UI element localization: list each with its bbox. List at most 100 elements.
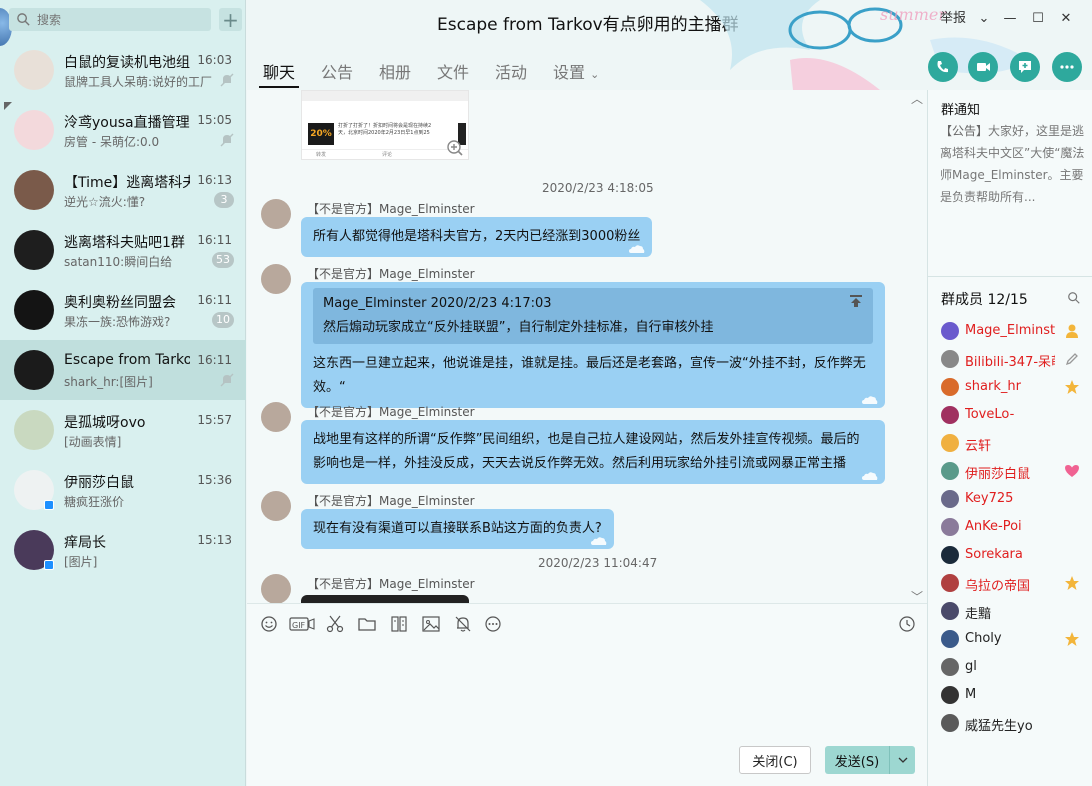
quoted-message[interactable]: Mage_Elminster 2020/2/23 4:17:03 然后煽动玩家成… bbox=[313, 288, 873, 344]
scissors-icon[interactable] bbox=[325, 614, 345, 634]
window-controls: 举报 ⌄ — ☐ ✕ bbox=[935, 8, 1079, 30]
unread-badge: 10 bbox=[212, 312, 234, 328]
conversation-item[interactable]: 奥利奥粉丝同盟会 16:11 果冻一族:恐怖游戏? 10 bbox=[0, 280, 246, 340]
tab-notice[interactable]: 公告 bbox=[321, 59, 353, 83]
heart-icon bbox=[1064, 463, 1080, 479]
gif-icon[interactable]: GIF bbox=[289, 614, 315, 634]
video-call-button[interactable] bbox=[968, 52, 998, 82]
member-item[interactable]: 走黯 bbox=[928, 598, 1092, 626]
message-compose-input[interactable] bbox=[257, 640, 917, 740]
minimize-icon[interactable]: — bbox=[997, 8, 1023, 30]
member-item[interactable]: 威猛先生yo bbox=[928, 710, 1092, 738]
message-text: 战地里有这样的所谓“反作弊”民间组织，也是自己拉人建设网站，然后发外挂宣传视频。… bbox=[313, 432, 860, 447]
send-button[interactable]: 发送(S) bbox=[825, 746, 889, 774]
conversation-avatar bbox=[14, 230, 54, 270]
folder-icon[interactable] bbox=[357, 614, 377, 634]
conversation-name: 泠鸢yousa直播管理 bbox=[64, 115, 190, 131]
maximize-icon[interactable]: ☐ bbox=[1023, 8, 1053, 30]
report-button[interactable]: 举报 bbox=[935, 8, 971, 30]
conversation-preview: shark_hr:[图片] bbox=[64, 375, 153, 389]
member-item[interactable]: AnKe-Poi bbox=[928, 514, 1092, 542]
conversation-time: 16:11 bbox=[197, 233, 232, 247]
member-item[interactable]: Key725 bbox=[928, 486, 1092, 514]
emoji-icon[interactable] bbox=[259, 614, 279, 634]
message-bubble[interactable]: Mage_Elminster 2020/2/23 4:17:03 然后煽动玩家成… bbox=[301, 282, 885, 408]
member-item[interactable]: 伊丽莎白鼠 bbox=[928, 458, 1092, 486]
search-icon bbox=[17, 13, 30, 26]
scroll-down-icon[interactable]: ﹀ bbox=[911, 588, 923, 603]
search-bar[interactable] bbox=[9, 8, 211, 31]
sender-avatar[interactable] bbox=[261, 574, 291, 603]
member-item[interactable]: ToveLo- bbox=[928, 402, 1092, 430]
conversation-item[interactable]: 是孤城呀ovo 15:57 [动画表情] bbox=[0, 400, 246, 460]
message-bubble[interactable]: 所有人都觉得他是塔科夫官方，2天内已经涨到3000粉丝 bbox=[301, 217, 653, 257]
window-title: Escape from Tarkov有点卵用的主播群 bbox=[437, 15, 739, 35]
add-chat-button[interactable] bbox=[1010, 52, 1040, 82]
image-message[interactable]: 20% 打折了打折了！折扣时间将会是现在持续2 天，北京时间2020年2月23日… bbox=[301, 90, 469, 160]
tab-bar: 聊天 公告 相册 文件 活动 设置 ⌄ bbox=[247, 40, 927, 90]
zoom-in-icon[interactable] bbox=[446, 139, 464, 157]
image-preview-share: 转发 bbox=[316, 152, 327, 158]
message-bubble[interactable]: 战地里有这样的所谓“反作弊”民间组织，也是自己拉人建设网站，然后发外挂宣传视频。… bbox=[301, 420, 885, 484]
member-item[interactable]: Sorekara bbox=[928, 542, 1092, 570]
more-icon[interactable] bbox=[483, 614, 503, 634]
edit-icon bbox=[1064, 351, 1080, 367]
more-button[interactable] bbox=[1052, 52, 1082, 82]
member-item[interactable]: shark_hr bbox=[928, 374, 1092, 402]
member-name: Bilibili-347-呆萌 bbox=[965, 355, 1055, 370]
conversation-item[interactable]: 逃离塔科夫贴吧1群 16:11 satan110:瞬间白给 53 bbox=[0, 220, 246, 280]
search-input[interactable] bbox=[37, 8, 207, 31]
sender-avatar[interactable] bbox=[261, 402, 291, 432]
conversation-item[interactable]: 泠鸢yousa直播管理 15:05 房管 - 呆萌亿:0.0 bbox=[0, 100, 246, 160]
notice-body[interactable]: 【公告】大家好，这里是逃离塔科夫中文区”大使“魔法师Mage_Elminster… bbox=[940, 120, 1086, 208]
collapse-up-icon[interactable]: ︿ bbox=[911, 90, 923, 107]
conversation-avatar bbox=[14, 350, 54, 390]
member-item[interactable]: 云轩 bbox=[928, 430, 1092, 458]
member-avatar bbox=[941, 714, 959, 732]
chevron-down-icon[interactable]: ⌄ bbox=[971, 8, 997, 30]
member-item[interactable]: gl bbox=[928, 654, 1092, 682]
tab-album[interactable]: 相册 bbox=[379, 59, 411, 83]
conversation-preview: [动画表情] bbox=[64, 435, 122, 449]
image-message[interactable] bbox=[301, 595, 469, 603]
search-icon[interactable] bbox=[1067, 291, 1081, 305]
voice-call-button[interactable] bbox=[928, 52, 958, 82]
doc-icon[interactable] bbox=[389, 614, 409, 634]
message-bubble[interactable]: 现在有没有渠道可以直接联系B站这方面的负责人? bbox=[301, 509, 614, 549]
conversation-name: Escape from Tarkov bbox=[64, 352, 190, 368]
sender-avatar[interactable] bbox=[261, 199, 291, 229]
bell-off-icon[interactable] bbox=[453, 614, 473, 634]
timestamp: 2020/2/23 4:18:05 bbox=[542, 181, 654, 195]
member-item[interactable]: Bilibili-347-呆萌 bbox=[928, 346, 1092, 374]
close-button[interactable]: 关闭(C) bbox=[739, 746, 811, 774]
tab-chat[interactable]: 聊天 bbox=[263, 59, 295, 83]
tab-activity[interactable]: 活动 bbox=[495, 59, 527, 83]
chat-history[interactable]: 20% 打折了打折了！折扣时间将会是现在持续2 天，北京时间2020年2月23日… bbox=[247, 90, 927, 603]
close-icon[interactable]: ✕ bbox=[1053, 8, 1079, 30]
send-options-button[interactable] bbox=[889, 746, 915, 774]
conversation-item[interactable]: Escape from Tarkov 16:11 shark_hr:[图片] bbox=[0, 340, 246, 400]
sender-avatar[interactable] bbox=[261, 491, 291, 521]
conversation-item[interactable]: 痒局长 15:13 [图片] bbox=[0, 520, 246, 580]
member-item[interactable]: M bbox=[928, 682, 1092, 710]
scroll-to-top-icon[interactable] bbox=[849, 294, 863, 308]
member-item[interactable]: Mage_Elminster bbox=[928, 318, 1092, 346]
add-button[interactable]: + bbox=[219, 8, 242, 31]
member-item[interactable]: Choly bbox=[928, 626, 1092, 654]
chevron-down-icon bbox=[898, 757, 907, 763]
chevron-down-icon: ⌄ bbox=[590, 68, 600, 81]
member-item[interactable]: 乌拉の帝国 bbox=[928, 570, 1092, 598]
conversation-name: 逃离塔科夫贴吧1群 bbox=[64, 235, 185, 251]
member-avatar bbox=[941, 546, 959, 564]
conversation-item[interactable]: 伊丽莎白鼠 15:36 糖疯狂涨价 bbox=[0, 460, 246, 520]
mute-icon bbox=[220, 73, 234, 87]
chat-plus-icon bbox=[1019, 61, 1031, 73]
sender-avatar[interactable] bbox=[261, 264, 291, 294]
conversation-item[interactable]: 【Time】逃离塔科夫 16:13 逆光☆流火:懂? 3 bbox=[0, 160, 246, 220]
history-clock-icon[interactable] bbox=[897, 614, 917, 634]
tab-files[interactable]: 文件 bbox=[437, 59, 469, 83]
image-icon[interactable] bbox=[421, 614, 441, 634]
tab-settings[interactable]: 设置 ⌄ bbox=[553, 59, 599, 83]
member-name: 走黯 bbox=[965, 607, 992, 622]
conversation-item[interactable]: 白鼠的复读机电池组 16:03 鼠牌工具人呆萌:说好的工厂 bbox=[0, 40, 246, 100]
